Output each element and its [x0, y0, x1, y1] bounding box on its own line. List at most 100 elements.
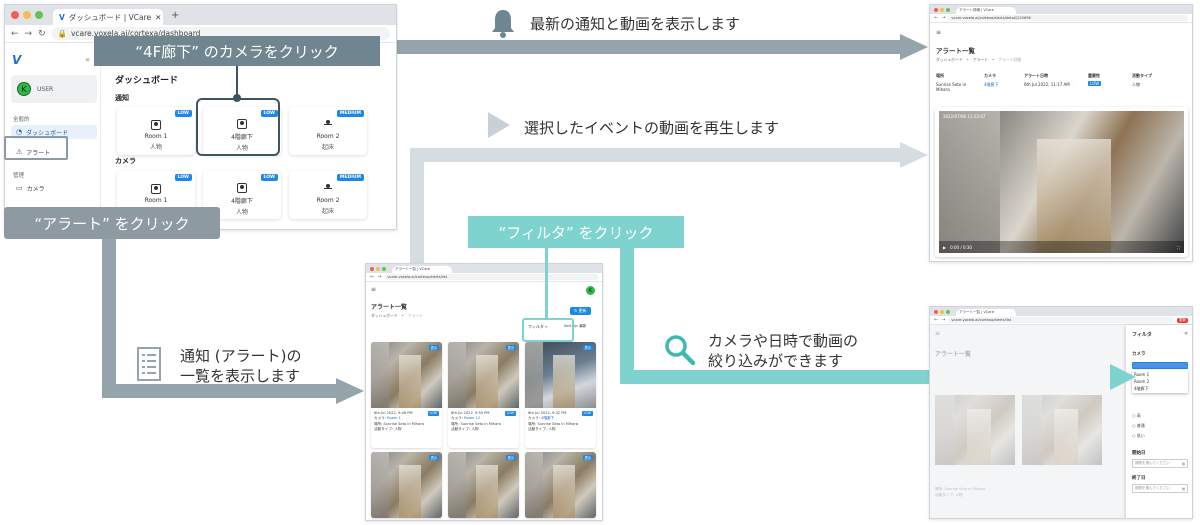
- maximize-dot[interactable]: [35, 11, 43, 19]
- radio-icon[interactable]: ○: [1132, 433, 1136, 438]
- alert-card[interactable]: 表示 LOW 6th Jul 2022, 9:46 PM カメラ: Room 1…: [371, 342, 442, 448]
- camera-option[interactable]: Room 1: [1134, 371, 1186, 378]
- alert-video-thumb[interactable]: 表示: [448, 342, 519, 408]
- close-dot[interactable]: [370, 266, 374, 271]
- caption-list-line2: 一覧を表示します: [180, 367, 301, 385]
- alert-camera-link[interactable]: Room 12: [464, 416, 480, 420]
- close-dot[interactable]: [934, 309, 938, 314]
- collapse-icon[interactable]: «: [85, 55, 90, 64]
- alert-video-thumb[interactable]: 表示: [448, 452, 519, 518]
- severity-badge: LOW: [581, 411, 593, 416]
- forward-icon[interactable]: →: [941, 15, 945, 21]
- header-place: 場所: [936, 73, 944, 78]
- severity-badge: MEDIUM: [336, 110, 364, 117]
- back-icon[interactable]: ←: [934, 317, 938, 323]
- alert-video-thumb[interactable]: 表示: [371, 452, 442, 518]
- fullscreen-icon[interactable]: ⛶: [1177, 245, 1180, 250]
- notice-card-room2[interactable]: MEDIUM Room 2 起床: [289, 107, 367, 155]
- end-date-field[interactable]: 期間を選んでください ▦: [1132, 484, 1188, 493]
- camera-select[interactable]: [1132, 362, 1188, 369]
- radio-icon[interactable]: ○: [1132, 413, 1136, 418]
- breadcrumb-item[interactable]: ダッシュボード: [371, 313, 398, 319]
- camera-label: カメラ:: [374, 416, 386, 421]
- back-icon[interactable]: ←: [11, 29, 19, 39]
- video-player[interactable]: 2022/07/06 11:13:47 ▶ 0:00 / 0:30 ⛶: [939, 111, 1184, 253]
- window-controls[interactable]: [934, 7, 950, 12]
- close-dot[interactable]: [11, 11, 19, 19]
- alert-card[interactable]: 表示: [525, 452, 596, 518]
- maximize-dot[interactable]: [382, 266, 386, 271]
- alert-card[interactable]: 表示: [371, 452, 442, 518]
- minimize-dot[interactable]: [940, 7, 944, 12]
- user-card[interactable]: K USER: [11, 75, 97, 103]
- camera-label: カメラ:: [451, 416, 463, 421]
- alert-camera-link[interactable]: Room 1: [387, 416, 401, 420]
- minimize-dot[interactable]: [376, 266, 380, 271]
- close-dot[interactable]: [934, 7, 938, 12]
- camera-card-room2[interactable]: MEDIUM Room 2 起床: [289, 171, 367, 219]
- url-field[interactable]: vcare.voxela.ai/cortexa/alerts/list: [384, 274, 598, 280]
- maximize-dot[interactable]: [946, 7, 950, 12]
- alert-video-thumb[interactable]: 表示: [525, 452, 596, 518]
- sidebar-item-camera[interactable]: ▭ カメラ: [11, 181, 97, 195]
- breadcrumb-item[interactable]: ダッシュボード: [936, 57, 963, 63]
- alert-card[interactable]: 表示 LOW 6th Jul 2022, 9:32 PM カメラ: 4階廊下 場…: [525, 342, 596, 448]
- severity-badge: LOW: [427, 411, 439, 416]
- play-button-icon[interactable]: ▶: [943, 245, 946, 250]
- forward-icon[interactable]: →: [377, 274, 381, 280]
- back-icon[interactable]: ←: [934, 15, 938, 21]
- arrow-to-list-horizontal: [102, 384, 340, 398]
- close-icon[interactable]: ✕: [155, 13, 161, 22]
- video-controls: ▶ 0:00 / 0:30 ⛶: [939, 241, 1184, 253]
- dimmed-type: 活動タイプ: 人物: [935, 493, 963, 497]
- alert-video-thumb[interactable]: 表示: [525, 342, 596, 408]
- address-bar-row: ← → vcare.voxela.ai/cortexa/alerts/detail…: [930, 14, 1192, 23]
- back-icon[interactable]: ←: [370, 274, 374, 280]
- dimmed-thumb: [935, 395, 1015, 465]
- browser-tab[interactable]: アラート一覧 | VCare: [392, 266, 452, 273]
- alert-list-screenshot: アラート一覧 | VCare ← → vcare.voxela.ai/cortex…: [365, 263, 603, 521]
- callout-text: “アラート” をクリック: [34, 214, 190, 233]
- radio-icon[interactable]: ○: [1132, 423, 1136, 428]
- camera-option[interactable]: 4階廊下: [1134, 385, 1186, 392]
- browser-tab[interactable]: アラート詳細 | VCare: [956, 7, 1016, 14]
- url-field[interactable]: vcare.voxela.ai/cortexa/alerts/list: [948, 317, 1174, 323]
- window-controls[interactable]: [934, 309, 950, 314]
- menu-icon[interactable]: ≡: [371, 286, 376, 293]
- minimize-dot[interactable]: [23, 11, 31, 19]
- new-tab-icon[interactable]: +: [171, 10, 179, 21]
- browser-tab[interactable]: アラート一覧 | VCare: [956, 309, 1016, 316]
- menu-icon[interactable]: ≡: [936, 29, 941, 36]
- forward-icon[interactable]: →: [941, 317, 945, 323]
- update-badge[interactable]: 更新: [1177, 317, 1188, 323]
- camera-options: Room 1 Room 2 4階廊下: [1132, 370, 1188, 393]
- alert-card[interactable]: 表示 LOW 6th Jul 2022, 9:50 PM カメラ: Room 1…: [448, 342, 519, 448]
- play-icon: [488, 112, 510, 138]
- arrow-filter-vertical: [620, 232, 634, 382]
- card-name: Room 2: [316, 196, 340, 204]
- alert-video-thumb[interactable]: 表示: [371, 342, 442, 408]
- avatar[interactable]: K: [586, 286, 595, 295]
- url-text: vcare.voxela.ai/cortexa/alerts/list: [951, 318, 1012, 322]
- minimize-dot[interactable]: [940, 309, 944, 314]
- alert-card[interactable]: 表示: [448, 452, 519, 518]
- reload-icon[interactable]: ↻: [38, 29, 46, 39]
- video-badge: 表示: [582, 455, 593, 460]
- breadcrumb-item[interactable]: アラート: [973, 57, 988, 63]
- url-field[interactable]: vcare.voxela.ai/cortexa/alerts/detail/22…: [948, 15, 1188, 21]
- maximize-dot[interactable]: [946, 309, 950, 314]
- window-controls[interactable]: [370, 266, 386, 271]
- vcare-logo[interactable]: V: [12, 53, 21, 67]
- calendar-icon[interactable]: ▦: [1182, 487, 1185, 491]
- calendar-icon[interactable]: ▦: [1182, 462, 1185, 466]
- browser-tab[interactable]: V ダッシュボード | VCare ✕: [53, 9, 163, 25]
- close-icon[interactable]: ✕: [1184, 331, 1188, 337]
- forward-icon[interactable]: →: [25, 29, 33, 39]
- notice-card-room1[interactable]: LOW Room 1 人物: [117, 107, 195, 155]
- alert-camera-link[interactable]: 4階廊下: [541, 416, 554, 420]
- window-controls[interactable]: [11, 11, 43, 19]
- update-button[interactable]: ↻ 更新: [570, 307, 591, 315]
- value-camera[interactable]: 4階廊下: [984, 82, 999, 88]
- start-date-field[interactable]: 期間を選んでください ▦: [1132, 459, 1188, 468]
- camera-option[interactable]: Room 2: [1134, 378, 1186, 385]
